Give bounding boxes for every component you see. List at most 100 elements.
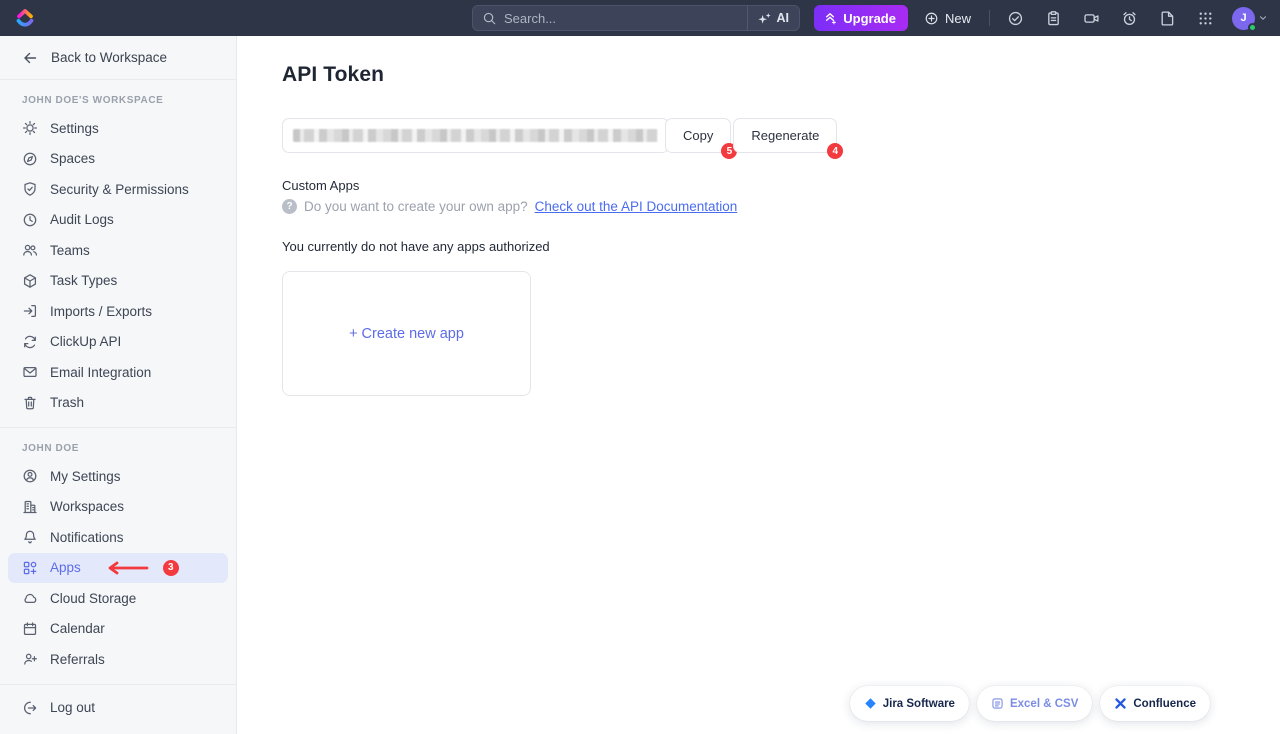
custom-apps-help: ? Do you want to create your own app? Ch… xyxy=(282,199,1280,214)
copy-label: Copy xyxy=(683,128,713,143)
user-plus-icon xyxy=(22,651,38,667)
sidebar-item-log-out[interactable]: Log out xyxy=(8,693,228,724)
calendar-icon xyxy=(22,621,38,637)
page-title: API Token xyxy=(282,63,1280,87)
arrow-left-icon xyxy=(22,50,38,66)
avatar[interactable]: J xyxy=(1232,7,1255,30)
sidebar-item-label: Notifications xyxy=(50,530,124,545)
search-input[interactable] xyxy=(504,11,747,26)
bell-icon xyxy=(22,529,38,545)
sidebar-item-calendar[interactable]: Calendar xyxy=(8,614,228,645)
upgrade-label: Upgrade xyxy=(843,11,896,26)
doc-icon[interactable] xyxy=(1154,5,1180,31)
question-icon: ? xyxy=(282,199,297,214)
sidebar-item-referrals[interactable]: Referrals xyxy=(8,644,228,675)
sidebar-item-label: Audit Logs xyxy=(50,212,114,227)
user-circle-icon xyxy=(22,468,38,484)
new-button[interactable]: New xyxy=(918,5,977,31)
api-token-value-obscured xyxy=(293,129,658,142)
sidebar-item-label: Log out xyxy=(50,700,95,715)
ai-button[interactable]: AI xyxy=(747,6,800,30)
video-icon[interactable] xyxy=(1078,5,1104,31)
compass-icon xyxy=(22,151,38,167)
sidebar-item-task-types[interactable]: Task Types xyxy=(8,266,228,297)
sidebar-item-apps[interactable]: Apps 3 xyxy=(8,553,228,584)
users-icon xyxy=(22,242,38,258)
sidebar-item-cloud-storage[interactable]: Cloud Storage xyxy=(8,583,228,614)
sidebar-item-label: Cloud Storage xyxy=(50,591,136,606)
jira-software-button[interactable]: Jira Software xyxy=(850,686,969,721)
account-menu[interactable]: J xyxy=(1232,7,1268,30)
sidebar-item-security-permissions[interactable]: Security & Permissions xyxy=(8,174,228,205)
sidebar-item-notifications[interactable]: Notifications xyxy=(8,522,228,553)
online-status-dot xyxy=(1248,23,1257,32)
new-label: New xyxy=(945,11,971,26)
regenerate-label: Regenerate xyxy=(751,128,819,143)
annotation-arrow-icon xyxy=(103,561,149,575)
integration-shortcuts: Jira Software Excel & CSV Confluence xyxy=(850,686,1210,721)
sidebar-item-label: Trash xyxy=(50,395,84,410)
sidebar-item-audit-logs[interactable]: Audit Logs xyxy=(8,205,228,236)
import-icon xyxy=(22,303,38,319)
topbar-divider xyxy=(989,10,990,26)
sidebar-item-label: Calendar xyxy=(50,621,105,636)
api-token-field[interactable] xyxy=(282,118,669,153)
upgrade-button[interactable]: Upgrade xyxy=(814,5,908,31)
help-text: Do you want to create your own app? xyxy=(304,199,528,214)
alarm-icon[interactable] xyxy=(1116,5,1142,31)
cube-icon xyxy=(22,273,38,289)
excel-csv-button[interactable]: Excel & CSV xyxy=(977,686,1092,721)
plus-circle-icon xyxy=(924,11,939,26)
sidebar-item-label: Task Types xyxy=(50,273,117,288)
sidebar-item-trash[interactable]: Trash xyxy=(8,388,228,419)
grid-icon[interactable] xyxy=(1192,5,1218,31)
clipboard-icon[interactable] xyxy=(1040,5,1066,31)
sidebar-item-settings[interactable]: Settings xyxy=(8,113,228,144)
building-icon xyxy=(22,499,38,515)
regenerate-button[interactable]: Regenerate 4 xyxy=(733,118,837,153)
back-to-workspace-button[interactable]: Back to Workspace xyxy=(0,36,236,79)
pill-label: Confluence xyxy=(1133,698,1196,710)
topbar: AI Upgrade New J xyxy=(0,0,1280,36)
search-icon xyxy=(482,11,497,26)
custom-apps-label: Custom Apps xyxy=(282,178,1280,193)
shield-check-icon xyxy=(22,181,38,197)
clickup-logo-icon[interactable] xyxy=(14,6,36,30)
logout-icon xyxy=(22,700,38,716)
topbar-icon-strip xyxy=(1002,5,1218,31)
gear-icon xyxy=(22,120,38,136)
sidebar-item-label: Imports / Exports xyxy=(50,304,152,319)
sidebar-item-label: Apps xyxy=(50,560,81,575)
pill-label: Jira Software xyxy=(883,698,955,710)
api-documentation-link[interactable]: Check out the API Documentation xyxy=(535,199,738,214)
sidebar-item-teams[interactable]: Teams xyxy=(8,235,228,266)
sidebar-item-clickup-api[interactable]: ClickUp API xyxy=(8,327,228,358)
pill-label: Excel & CSV xyxy=(1010,698,1078,710)
copy-button[interactable]: Copy 5 xyxy=(665,118,731,153)
cloud-icon xyxy=(22,590,38,606)
annotation-badge: 3 xyxy=(163,560,179,576)
create-new-app-card[interactable]: + Create new app xyxy=(282,271,531,396)
create-new-app-label: + Create new app xyxy=(349,326,464,342)
sidebar-item-label: Email Integration xyxy=(50,365,151,380)
no-apps-message: You currently do not have any apps autho… xyxy=(282,239,1280,254)
trash-icon xyxy=(22,395,38,411)
confluence-button[interactable]: Confluence xyxy=(1100,686,1210,721)
sidebar-item-label: Teams xyxy=(50,243,90,258)
sparkle-icon xyxy=(757,11,772,26)
sidebar-section-header: JOHN DOE'S WORKSPACE xyxy=(0,80,236,113)
sidebar-item-label: My Settings xyxy=(50,469,121,484)
sidebar-item-email-integration[interactable]: Email Integration xyxy=(8,357,228,388)
sidebar-section-header: JOHN DOE xyxy=(0,428,236,461)
check-circle-icon[interactable] xyxy=(1002,5,1028,31)
sidebar-item-my-settings[interactable]: My Settings xyxy=(8,461,228,492)
sidebar-item-label: Settings xyxy=(50,121,99,136)
sidebar-item-spaces[interactable]: Spaces xyxy=(8,144,228,175)
confluence-icon xyxy=(1114,697,1127,710)
search-bar[interactable]: AI xyxy=(472,5,800,31)
sidebar-item-workspaces[interactable]: Workspaces xyxy=(8,492,228,523)
sidebar-item-imports-exports[interactable]: Imports / Exports xyxy=(8,296,228,327)
back-to-workspace-label: Back to Workspace xyxy=(51,50,167,65)
regenerate-annotation-badge: 4 xyxy=(827,143,843,159)
sidebar: Back to Workspace JOHN DOE'S WORKSPACE Se… xyxy=(0,36,237,734)
